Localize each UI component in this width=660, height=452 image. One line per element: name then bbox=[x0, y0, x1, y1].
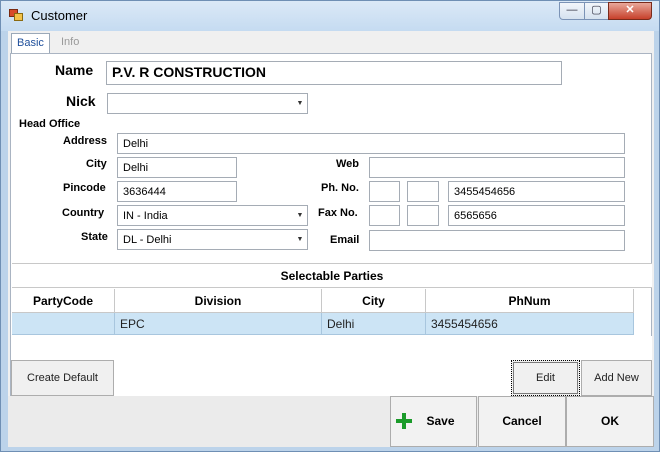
column-header-city[interactable]: City bbox=[322, 289, 426, 313]
nick-label: Nick bbox=[66, 93, 96, 109]
bottom-button-bar: Save Cancel OK bbox=[8, 396, 654, 447]
phone-code2-field[interactable] bbox=[407, 181, 439, 202]
tab-strip: Basic Info bbox=[8, 31, 654, 54]
state-value: DL - Delhi bbox=[123, 234, 172, 246]
chevron-down-icon[interactable]: ▼ bbox=[294, 95, 306, 112]
fax-label: Fax No. bbox=[318, 207, 358, 219]
grid-title: Selectable Parties bbox=[12, 264, 652, 288]
phone-code1-field[interactable] bbox=[369, 181, 400, 202]
phone-label: Ph. No. bbox=[321, 182, 359, 194]
column-header-partycode[interactable]: PartyCode bbox=[12, 289, 115, 313]
head-office-label: Head Office bbox=[19, 118, 81, 130]
add-new-button[interactable]: Add New bbox=[581, 360, 652, 396]
country-value: IN - India bbox=[123, 210, 168, 222]
client-area: Basic Info Name P.V. R CONSTRUCTION Nick… bbox=[8, 31, 654, 447]
nick-combo[interactable]: ▼ bbox=[107, 93, 308, 114]
close-button[interactable]: ✕ bbox=[608, 2, 652, 20]
name-field[interactable]: P.V. R CONSTRUCTION bbox=[106, 61, 562, 85]
email-field[interactable] bbox=[369, 230, 625, 251]
country-label: Country bbox=[62, 207, 105, 219]
save-button[interactable]: Save bbox=[390, 396, 477, 447]
save-label: Save bbox=[426, 414, 455, 428]
address-field[interactable]: Delhi bbox=[117, 133, 625, 154]
window-title: Customer bbox=[31, 8, 88, 23]
title-bar[interactable]: Customer — ▢ ✕ bbox=[1, 1, 659, 31]
tab-info[interactable]: Info bbox=[56, 33, 84, 53]
parties-grid: Selectable Parties PartyCode Division Ci… bbox=[12, 263, 652, 372]
maximize-button[interactable]: ▢ bbox=[584, 2, 609, 20]
address-label: Address bbox=[63, 135, 108, 147]
cell-city[interactable]: Delhi bbox=[322, 313, 426, 335]
pincode-field[interactable]: 3636444 bbox=[117, 181, 237, 202]
name-label: Name bbox=[55, 62, 94, 78]
ok-button[interactable]: OK bbox=[566, 396, 654, 447]
column-header-phnum[interactable]: PhNum bbox=[426, 289, 634, 313]
city-label: City bbox=[86, 158, 107, 170]
cancel-button[interactable]: Cancel bbox=[478, 396, 566, 447]
column-header-division[interactable]: Division bbox=[115, 289, 322, 313]
create-default-button[interactable]: Create Default bbox=[11, 360, 114, 396]
basic-tab-panel: Name P.V. R CONSTRUCTION Nick ▼ Head Off… bbox=[10, 53, 652, 447]
plus-icon bbox=[395, 412, 413, 430]
phone-field[interactable]: 3455454656 bbox=[448, 181, 625, 202]
fax-field[interactable]: 6565656 bbox=[448, 205, 625, 226]
web-field[interactable] bbox=[369, 157, 625, 178]
cell-division[interactable]: EPC bbox=[115, 313, 322, 335]
minimize-button[interactable]: — bbox=[559, 2, 585, 20]
table-row[interactable]: EPC Delhi 3455454656 bbox=[12, 313, 634, 335]
cell-phnum[interactable]: 3455454656 bbox=[426, 313, 634, 335]
state-combo[interactable]: DL - Delhi ▼ bbox=[117, 229, 308, 250]
pincode-label: Pincode bbox=[63, 182, 106, 194]
chevron-down-icon[interactable]: ▼ bbox=[294, 231, 306, 248]
app-icon bbox=[9, 9, 23, 21]
tab-basic[interactable]: Basic bbox=[11, 33, 50, 54]
fax-code1-field[interactable] bbox=[369, 205, 400, 226]
fax-code2-field[interactable] bbox=[407, 205, 439, 226]
city-field[interactable]: Delhi bbox=[117, 157, 237, 178]
web-label: Web bbox=[336, 158, 360, 170]
cell-party-code[interactable] bbox=[12, 313, 115, 335]
chevron-down-icon[interactable]: ▼ bbox=[294, 207, 306, 224]
edit-button[interactable]: Edit bbox=[511, 360, 580, 396]
customer-window: Customer — ▢ ✕ Basic Info Name P.V. R CO… bbox=[0, 0, 660, 452]
state-label: State bbox=[81, 231, 108, 243]
country-combo[interactable]: IN - India ▼ bbox=[117, 205, 308, 226]
email-label: Email bbox=[330, 234, 360, 246]
